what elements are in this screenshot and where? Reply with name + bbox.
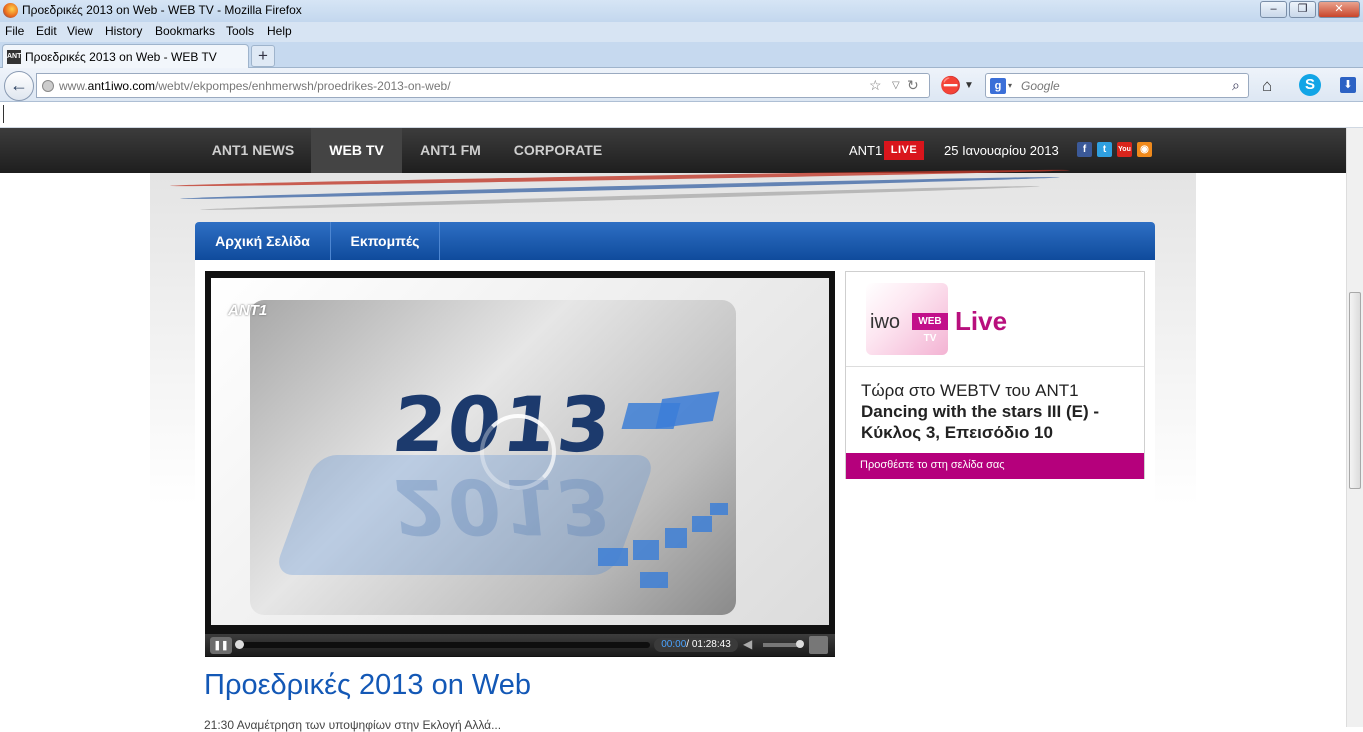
nav-ant1-fm[interactable]: ANT1 FM — [408, 128, 493, 173]
page-description: 21:30 Αναμέτρηση των υποψηφίων στην Εκλο… — [204, 718, 502, 732]
address-bar[interactable]: www.ant1iwo.com/webtv/ekpompes/enhmerwsh… — [36, 73, 930, 98]
volume-handle[interactable] — [796, 640, 804, 648]
window-title-bar: Προεδρικές 2013 on Web - WEB TV - Mozill… — [0, 0, 1363, 22]
bookmark-star-icon[interactable]: ☆ — [869, 77, 882, 94]
progress-handle[interactable] — [235, 640, 244, 649]
nav-ant1-news[interactable]: ANT1 NEWS — [200, 128, 306, 173]
bookmarks-toolbar — [0, 102, 1363, 128]
rss-icon[interactable]: ◉ — [1137, 142, 1152, 157]
current-date: 25 Ιανουαρίου 2013 — [944, 143, 1059, 158]
now-playing-show[interactable]: Dancing with the stars III (E) - Κύκλος … — [861, 401, 1137, 443]
search-magnifier-icon[interactable]: ⌕ — [1232, 77, 1240, 94]
menu-tools[interactable]: Tools — [226, 24, 254, 38]
history-dropdown-icon[interactable]: ▽ — [892, 80, 900, 91]
volume-track[interactable] — [763, 643, 800, 647]
pause-button[interactable]: ❚❚ — [210, 637, 232, 654]
twitter-icon[interactable]: t — [1097, 142, 1112, 157]
now-playing-label: Τώρα στο WEBTV του ANT1 — [861, 381, 1079, 400]
site-identity-icon[interactable] — [42, 80, 54, 92]
video-graphic-block — [665, 528, 687, 548]
subnav-home[interactable]: Αρχική Σελίδα — [195, 222, 331, 260]
reload-icon[interactable]: ↻ — [907, 77, 919, 94]
youtube-icon[interactable]: You — [1117, 142, 1132, 157]
subnav-shows[interactable]: Εκπομπές — [331, 222, 440, 260]
menu-history[interactable]: History — [105, 24, 142, 38]
google-icon[interactable]: g — [990, 78, 1006, 94]
menu-file[interactable]: File — [5, 24, 24, 38]
volume-speaker-icon[interactable]: ◀ — [743, 637, 752, 651]
video-graphic-block — [692, 516, 712, 532]
back-arrow-icon: ← — [10, 75, 28, 95]
video-graphic-block — [633, 540, 659, 560]
facebook-icon[interactable]: f — [1077, 142, 1092, 157]
menu-help[interactable]: Help — [267, 24, 292, 38]
addon-blocker-icon[interactable]: ⛔ — [940, 76, 961, 96]
engine-dropdown-icon[interactable]: ▾ — [1008, 81, 1012, 90]
ant1-logo-watermark: ANT1 — [228, 302, 268, 319]
add-to-page-link[interactable]: Προσθέστε το στη σελίδα σας — [860, 459, 1005, 471]
page-title: Προεδρικές 2013 on Web — [204, 669, 532, 701]
fullscreen-button[interactable] — [809, 636, 828, 654]
tab-label: Προεδρικές 2013 on Web - WEB TV — [25, 50, 217, 64]
menu-edit[interactable]: Edit — [36, 24, 57, 38]
live-badge[interactable]: LIVE — [884, 141, 924, 160]
nav-corporate[interactable]: CORPORATE — [503, 128, 613, 173]
home-icon[interactable]: ⌂ — [1262, 76, 1272, 96]
addon-dropdown-icon[interactable]: ▼ — [964, 80, 974, 91]
restore-button[interactable]: ❐ — [1289, 1, 1316, 18]
tab-active[interactable]: ANT Προεδρικές 2013 on Web - WEB TV — [2, 44, 249, 68]
time-display: 00:00/ 01:28:43 — [654, 638, 738, 652]
video-graphic-block — [710, 503, 728, 515]
progress-track[interactable] — [236, 642, 650, 648]
new-tab-button[interactable]: + — [251, 45, 275, 67]
ant1-favicon-icon: ANT — [7, 50, 21, 64]
live-heading[interactable]: Live — [955, 306, 1007, 337]
nav-web-tv[interactable]: WEB TV — [311, 128, 402, 173]
menu-view[interactable]: View — [67, 24, 93, 38]
minimize-button[interactable]: – — [1260, 1, 1287, 18]
text-caret — [3, 105, 4, 123]
scrollbar-thumb[interactable] — [1349, 292, 1361, 489]
skype-icon[interactable]: S — [1299, 74, 1321, 96]
back-button[interactable]: ← — [4, 71, 34, 101]
video-graphic-block — [640, 572, 668, 588]
download-icon[interactable]: ⬇ — [1340, 77, 1356, 93]
close-button[interactable]: ✕ — [1318, 1, 1360, 18]
window-title: Προεδρικές 2013 on Web - WEB TV - Mozill… — [22, 3, 302, 17]
url-text: www.ant1iwo.com/webtv/ekpompes/enhmerwsh… — [59, 79, 451, 93]
search-input[interactable]: g ▾ Google ⌕ — [985, 73, 1249, 98]
menu-bookmarks[interactable]: Bookmarks — [155, 24, 215, 38]
firefox-logo-icon — [3, 3, 18, 18]
web-tv-tag: WEB TV — [912, 313, 948, 344]
search-placeholder: Google — [1021, 79, 1060, 93]
live-channel-label: ANT1 — [849, 143, 883, 158]
loading-spinner-icon — [480, 414, 556, 490]
iwo-brand: iwo — [870, 311, 901, 333]
widget-divider — [846, 366, 1144, 367]
